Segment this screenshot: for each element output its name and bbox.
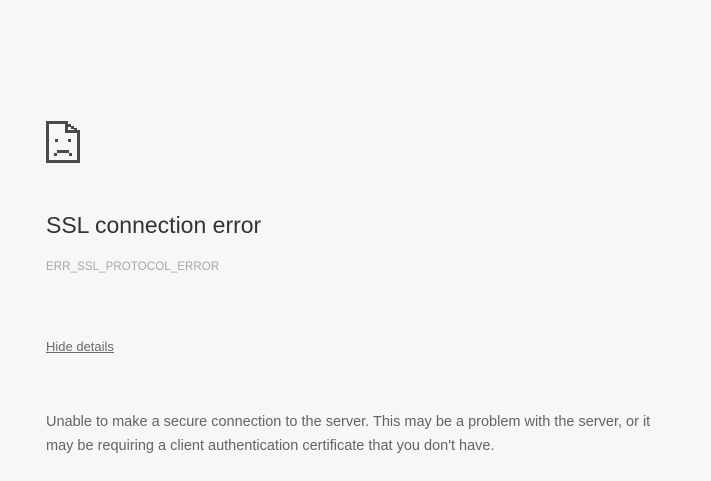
error-code: ERR_SSL_PROTOCOL_ERROR [46, 261, 220, 273]
sad-page-icon [46, 121, 80, 163]
error-title: SSL connection error [46, 212, 262, 238]
error-page: SSL connection error ERR_SSL_PROTOCOL_ER… [0, 0, 711, 481]
hide-details-button[interactable]: Hide details [46, 338, 114, 355]
error-details-text: Unable to make a secure connection to th… [46, 414, 651, 454]
